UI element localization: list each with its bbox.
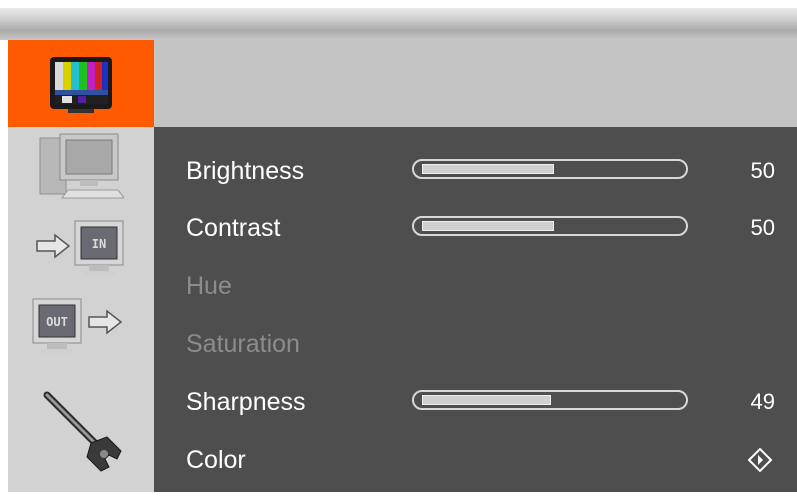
sidebar-item-output[interactable]: OUT bbox=[8, 289, 154, 369]
setting-row-hue: Hue bbox=[154, 266, 797, 306]
contrast-slider[interactable] bbox=[412, 216, 688, 236]
output-icon-text: OUT bbox=[46, 315, 68, 329]
sharpness-label: Sharpness bbox=[186, 388, 306, 416]
brightness-slider[interactable] bbox=[412, 159, 688, 179]
saturation-label: Saturation bbox=[186, 330, 300, 358]
contrast-label: Contrast bbox=[186, 214, 281, 242]
setting-row-color[interactable]: Color bbox=[154, 440, 797, 480]
title-bar bbox=[0, 8, 797, 40]
output-source-icon: OUT bbox=[32, 298, 123, 353]
sharpness-slider[interactable] bbox=[412, 390, 688, 410]
sidebar-item-tools[interactable] bbox=[8, 369, 154, 492]
sidebar-item-input[interactable]: IN bbox=[8, 209, 154, 289]
monitor-computer-icon bbox=[39, 133, 124, 199]
tv-color-bars-icon bbox=[50, 56, 112, 113]
sidebar-item-picture[interactable] bbox=[8, 40, 154, 127]
input-icon-text: IN bbox=[92, 237, 106, 251]
brightness-slider-fill bbox=[422, 164, 554, 174]
input-source-icon: IN bbox=[36, 220, 124, 275]
wrench-icon bbox=[43, 391, 122, 472]
setting-row-saturation: Saturation bbox=[154, 324, 797, 364]
hue-label: Hue bbox=[186, 272, 232, 300]
brightness-value: 50 bbox=[750, 158, 775, 183]
setting-row-brightness[interactable]: Brightness 50 bbox=[154, 151, 797, 191]
menu-header bbox=[154, 40, 797, 127]
sharpness-slider-fill bbox=[422, 395, 551, 405]
setting-row-sharpness[interactable]: Sharpness 49 bbox=[154, 382, 797, 422]
enter-diamond-icon[interactable] bbox=[747, 447, 773, 473]
contrast-slider-fill bbox=[422, 221, 554, 231]
sidebar: IN OUT bbox=[8, 40, 154, 492]
sidebar-item-display[interactable] bbox=[8, 127, 154, 209]
contrast-value: 50 bbox=[750, 215, 775, 240]
sharpness-value: 49 bbox=[750, 389, 775, 414]
color-label: Color bbox=[186, 446, 246, 474]
settings-panel: Brightness 50 Contrast 50 Hue Saturation… bbox=[154, 127, 797, 492]
setting-row-contrast[interactable]: Contrast 50 bbox=[154, 208, 797, 248]
brightness-label: Brightness bbox=[186, 157, 305, 185]
